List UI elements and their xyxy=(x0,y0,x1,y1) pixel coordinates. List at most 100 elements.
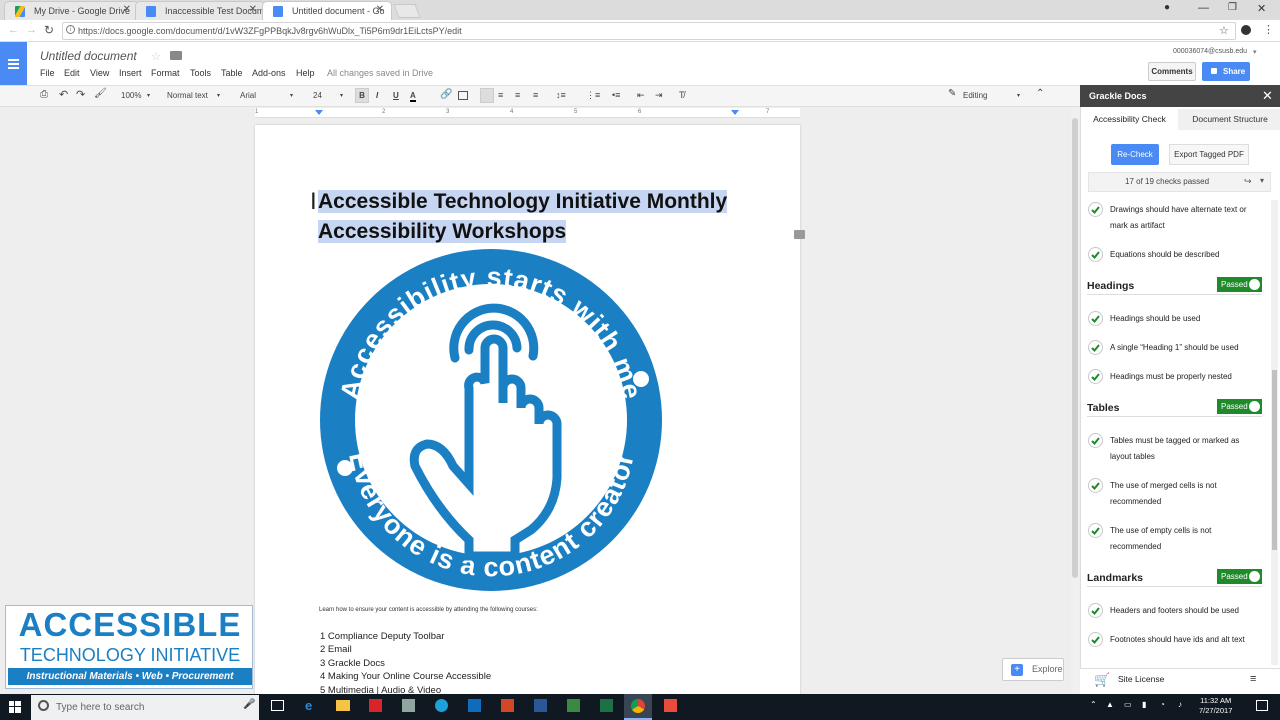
bulleted-list-icon[interactable]: •≡ xyxy=(612,90,620,100)
app-icon[interactable] xyxy=(664,699,677,712)
volume-icon[interactable]: ♪ xyxy=(1178,700,1182,709)
right-indent-marker[interactable] xyxy=(731,110,739,115)
font-size-select[interactable]: 24 xyxy=(313,91,322,100)
menu-tools[interactable]: Tools xyxy=(190,68,211,78)
menu-edit[interactable]: Edit xyxy=(64,68,80,78)
windows-start-icon[interactable] xyxy=(9,701,21,713)
close-icon[interactable]: ✕ xyxy=(123,4,131,15)
chevron-down-icon[interactable]: ▾ xyxy=(290,92,293,99)
hamburger-menu-icon[interactable]: ≡ xyxy=(1250,673,1256,685)
ruler[interactable] xyxy=(255,108,800,118)
italic-button[interactable]: I xyxy=(376,91,378,100)
taskbar-clock[interactable]: 11:32 AM 7/27/2017 xyxy=(1199,696,1232,716)
chevron-down-icon[interactable]: ▾ xyxy=(1017,92,1020,99)
share-icon[interactable]: ↪ xyxy=(1244,176,1252,187)
section-tables[interactable]: Tables xyxy=(1087,402,1119,414)
browser-tab-untitled[interactable]: Untitled document - Go ✕ xyxy=(262,1,392,20)
network-icon[interactable]: ▭ xyxy=(1124,700,1132,709)
tab-accessibility-check[interactable]: Accessibility Check xyxy=(1081,109,1178,130)
align-left-button[interactable] xyxy=(480,88,494,103)
check-item[interactable]: Tables must be tagged or marked as layou… xyxy=(1110,433,1260,465)
tray-icon[interactable]: ▲ xyxy=(1106,700,1114,709)
style-select[interactable]: Normal text xyxy=(167,91,208,100)
section-headings[interactable]: Headings xyxy=(1087,280,1134,292)
chevron-down-icon[interactable]: ▾ xyxy=(1253,48,1257,56)
excel-icon[interactable] xyxy=(600,699,613,712)
text-color-button[interactable]: A xyxy=(410,91,416,102)
list-item[interactable]: 1 Compliance Deputy Toolbar xyxy=(320,631,444,642)
explore-button[interactable]: + Explore xyxy=(1002,658,1064,681)
menu-table[interactable]: Table xyxy=(221,68,243,78)
menu-file[interactable]: File xyxy=(40,68,55,78)
increase-indent-icon[interactable]: ⇥ xyxy=(655,90,663,101)
check-item[interactable]: Headings should be used xyxy=(1110,311,1260,327)
zoom-select[interactable]: 100% xyxy=(121,91,141,100)
close-icon[interactable]: ✕ xyxy=(376,4,384,15)
list-item[interactable]: 3 Grackle Docs xyxy=(320,658,385,669)
minimize-button[interactable]: — xyxy=(1198,2,1209,14)
numbered-list-icon[interactable]: ⋮≡ xyxy=(586,90,600,101)
status-badge[interactable]: Passed xyxy=(1217,399,1262,414)
justify-icon[interactable]: ≡ xyxy=(533,90,538,100)
app-check-icon[interactable] xyxy=(435,699,448,712)
menu-view[interactable]: View xyxy=(90,68,109,78)
file-explorer-icon[interactable] xyxy=(336,700,350,711)
action-center-icon[interactable] xyxy=(1256,700,1268,711)
menu-help[interactable]: Help xyxy=(296,68,315,78)
print-icon[interactable]: ⎙ xyxy=(40,89,48,100)
app-icon[interactable] xyxy=(402,699,415,712)
undo-icon[interactable]: ↶ xyxy=(59,88,68,101)
comments-button[interactable]: Comments xyxy=(1148,62,1196,81)
forward-icon[interactable]: → xyxy=(26,24,37,36)
chevron-down-icon[interactable]: ▾ xyxy=(217,92,220,99)
link-icon[interactable]: 🔗 xyxy=(440,89,452,100)
check-item[interactable]: Equations should be described xyxy=(1110,247,1260,263)
check-item[interactable]: Drawings should have alternate text or m… xyxy=(1110,202,1260,234)
left-indent-marker[interactable] xyxy=(315,110,323,115)
status-badge[interactable]: Passed xyxy=(1217,569,1262,584)
back-icon[interactable]: ← xyxy=(8,24,19,36)
bold-button[interactable]: B xyxy=(355,88,369,103)
sidebar-scrollbar-thumb[interactable] xyxy=(1272,370,1277,550)
comment-icon[interactable] xyxy=(458,91,468,100)
task-view-icon[interactable] xyxy=(271,700,284,711)
word-icon[interactable] xyxy=(534,699,547,712)
new-tab-button[interactable] xyxy=(393,4,421,18)
recheck-button[interactable]: Re-Check xyxy=(1111,144,1159,165)
check-item[interactable]: A single “Heading 1” should be used xyxy=(1110,340,1260,356)
check-item[interactable]: Footnotes should have ids and alt text xyxy=(1110,632,1260,648)
chrome-menu-icon[interactable]: ⋮ xyxy=(1263,23,1274,36)
check-item[interactable]: Headings must be properly nested xyxy=(1110,369,1260,385)
folder-icon[interactable] xyxy=(170,51,182,60)
chrome-taskbar-button[interactable] xyxy=(624,694,652,720)
profile-icon[interactable]: ● xyxy=(1164,2,1170,13)
document-scrollbar-thumb[interactable] xyxy=(1072,118,1078,578)
close-icon[interactable]: ✕ xyxy=(249,4,257,15)
taskbar-search-input[interactable]: Type here to search xyxy=(31,695,259,720)
menu-format[interactable]: Format xyxy=(151,68,180,78)
add-comment-icon[interactable] xyxy=(794,230,805,239)
wifi-icon[interactable]: ◔ xyxy=(1160,700,1165,709)
browser-tab-drive[interactable]: My Drive - Google Drive ✕ xyxy=(4,1,139,20)
menu-insert[interactable]: Insert xyxy=(119,68,142,78)
share-button[interactable]: Share xyxy=(1202,62,1250,81)
font-select[interactable]: Arial xyxy=(240,91,256,100)
decrease-indent-icon[interactable]: ⇤ xyxy=(637,90,645,101)
document-title[interactable]: Untitled document xyxy=(40,49,137,63)
powerpoint-icon[interactable] xyxy=(501,699,514,712)
browser-tab-inaccessible[interactable]: Inaccessible Test Docume ✕ xyxy=(135,1,265,20)
chevron-down-icon[interactable]: ▾ xyxy=(1260,176,1264,185)
section-landmarks[interactable]: Landmarks xyxy=(1087,572,1143,584)
maximize-button[interactable]: ❐ xyxy=(1228,2,1237,13)
outlook-icon[interactable] xyxy=(468,699,481,712)
extension-icon[interactable] xyxy=(1241,25,1251,35)
redo-icon[interactable]: ↷ xyxy=(76,88,85,101)
list-item[interactable]: 4 Making Your Online Course Accessible xyxy=(320,671,491,682)
check-item[interactable]: Headers and footers should be used xyxy=(1110,603,1260,619)
underline-button[interactable]: U xyxy=(393,91,399,100)
info-icon[interactable]: i xyxy=(66,25,75,34)
export-tagged-pdf-button[interactable]: Export Tagged PDF xyxy=(1169,144,1249,165)
paint-format-icon[interactable]: 🖌 xyxy=(94,88,107,99)
list-item[interactable]: 5 Multimedia | Audio & Video xyxy=(320,685,441,694)
site-license-label[interactable]: Site License xyxy=(1118,674,1164,684)
